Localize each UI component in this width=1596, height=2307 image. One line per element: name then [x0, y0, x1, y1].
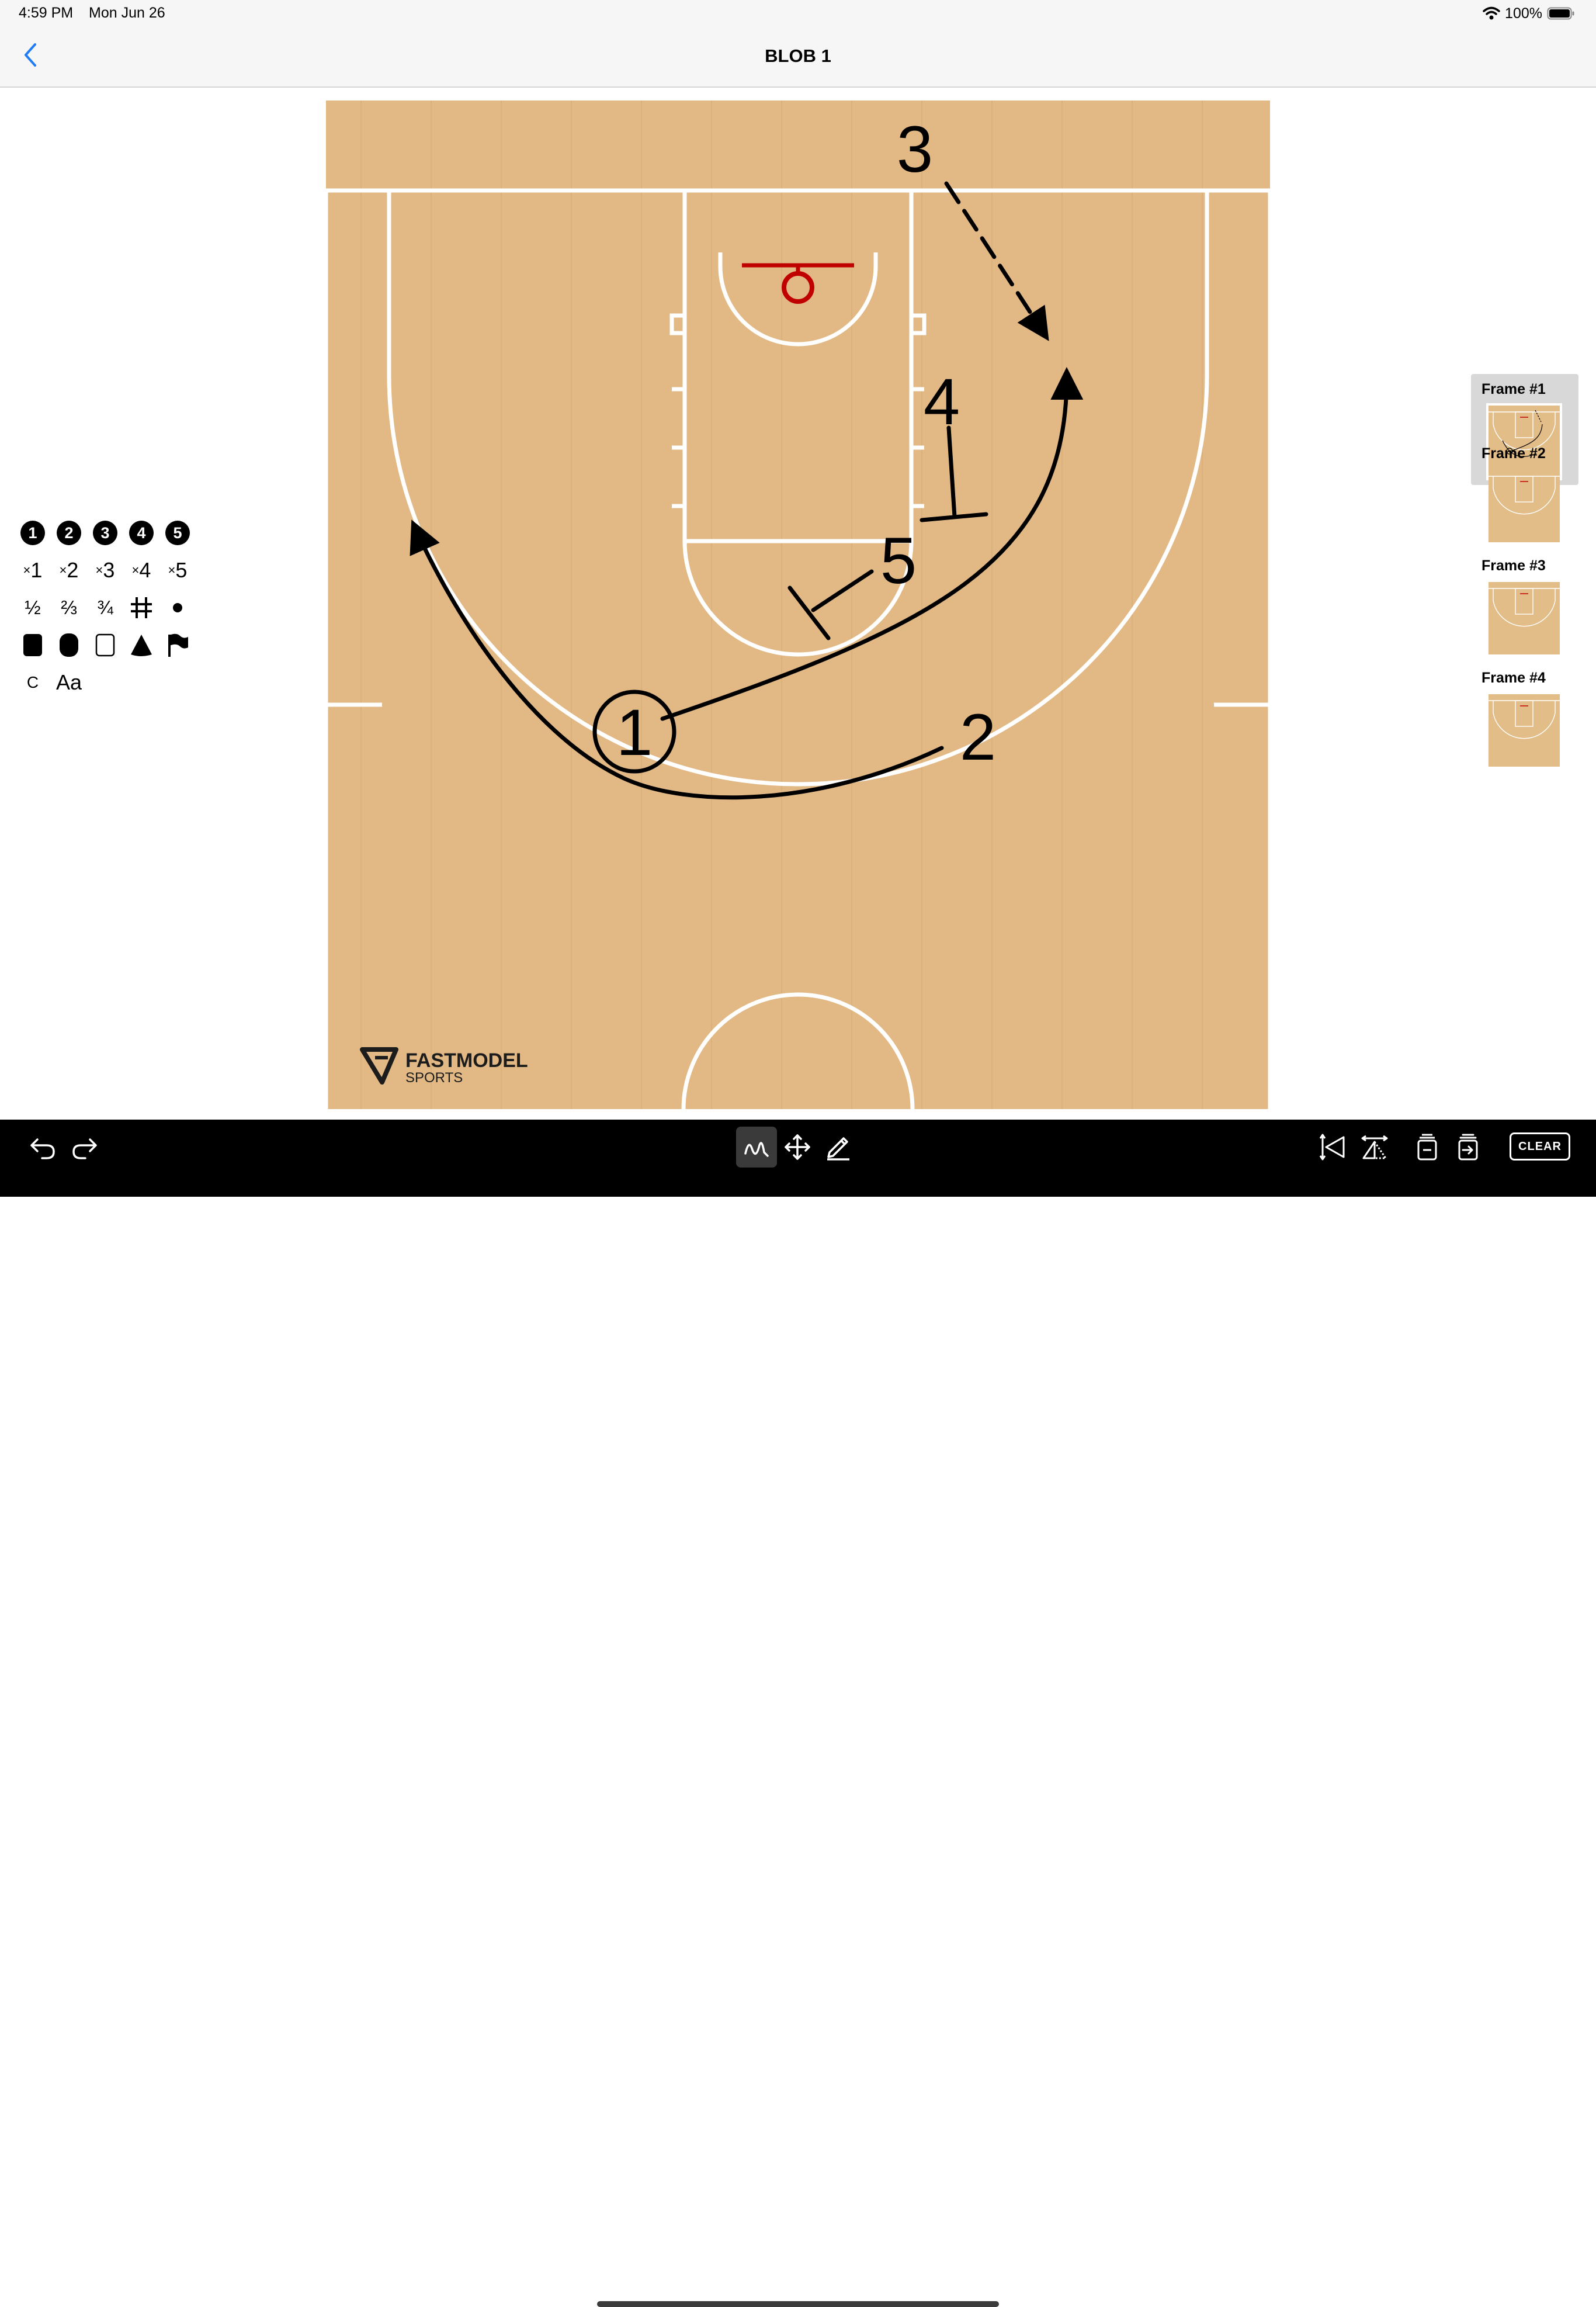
- logo-text-line1: FASTMODEL: [405, 1049, 528, 1072]
- square-outline-icon[interactable]: [89, 629, 122, 661]
- pencil-tool-button[interactable]: [818, 1127, 859, 1168]
- square-filled-icon[interactable]: [16, 629, 49, 661]
- palette-defense-1[interactable]: × 1: [16, 554, 49, 587]
- undo-icon: [30, 1138, 55, 1159]
- court-floor: [326, 101, 1270, 1109]
- move-icon: [785, 1134, 810, 1160]
- palette-defense-5[interactable]: × 5: [161, 554, 194, 587]
- flip-vertical-icon: [1319, 1134, 1345, 1161]
- ball-dot-icon[interactable]: [161, 591, 194, 624]
- player-3-label[interactable]: 3: [897, 113, 933, 186]
- frame-label: Frame #2: [1481, 445, 1546, 462]
- delete-frame-button[interactable]: [1407, 1127, 1448, 1168]
- logo-text-line2: SPORTS: [405, 1070, 463, 1086]
- court-canvas[interactable]: 1 2 3 4 5 FASTMODEL SPORTS: [326, 101, 1270, 1109]
- flip-horizontal-icon: [1361, 1135, 1388, 1159]
- draw-tool-button[interactable]: [736, 1127, 777, 1168]
- player-4-label[interactable]: 4: [924, 365, 960, 438]
- frame-label: Frame #4: [1481, 670, 1546, 686]
- frame-label: Frame #3: [1481, 557, 1546, 574]
- player-1-label[interactable]: 1: [616, 696, 653, 769]
- rounded-rect-icon[interactable]: [53, 629, 85, 661]
- cone-icon[interactable]: [125, 629, 158, 661]
- screen-icon[interactable]: [125, 591, 158, 624]
- palette-fraction-two-thirds[interactable]: ⅔: [53, 591, 85, 624]
- palette-fraction-three-quarters[interactable]: ¾: [89, 591, 122, 624]
- flag-icon[interactable]: [161, 629, 194, 661]
- flip-vertical-button[interactable]: [1312, 1127, 1353, 1168]
- pencil-icon: [827, 1137, 849, 1161]
- page-title: BLOB 1: [765, 46, 831, 66]
- player-2-label[interactable]: 2: [960, 701, 996, 774]
- status-right: 100%: [1483, 4, 1575, 23]
- frame-2[interactable]: Frame #2: [1471, 438, 1578, 549]
- move-tool-button[interactable]: [777, 1127, 818, 1168]
- redo-icon: [72, 1138, 97, 1159]
- palette-defense-3[interactable]: × 3: [89, 554, 122, 587]
- status-time: 4:59 PM: [19, 5, 74, 21]
- palette-defense-2[interactable]: × 2: [53, 554, 85, 587]
- palette-text-tool[interactable]: Aa: [53, 666, 85, 699]
- palette-fraction-half[interactable]: ½: [16, 591, 49, 624]
- battery-icon: [1547, 7, 1574, 20]
- frame-label: Frame #1: [1481, 381, 1546, 397]
- frame-thumbnail: [1489, 470, 1560, 542]
- frame-3[interactable]: Frame #3: [1471, 550, 1578, 661]
- home-indicator: [597, 2301, 999, 2307]
- player-5-label[interactable]: 5: [880, 524, 917, 597]
- frame-4[interactable]: Frame #4: [1471, 663, 1578, 774]
- battery-percent: 100%: [1505, 5, 1542, 22]
- delete-frame-icon: [1417, 1134, 1437, 1161]
- redo-button[interactable]: [64, 1127, 105, 1168]
- palette-offense-5[interactable]: 5: [161, 517, 194, 549]
- undo-button[interactable]: [22, 1127, 63, 1168]
- next-frame-button[interactable]: [1448, 1127, 1489, 1168]
- frame-thumbnail: [1489, 582, 1560, 654]
- clear-button[interactable]: CLEAR: [1510, 1132, 1570, 1161]
- palette-coach[interactable]: C: [16, 666, 49, 699]
- palette-offense-2[interactable]: 2: [53, 517, 85, 549]
- status-date: Mon Jun 26: [89, 5, 165, 21]
- bottom-toolbar: CLEAR: [0, 1120, 1596, 2307]
- palette-offense-3[interactable]: 3: [89, 517, 122, 549]
- frame-thumbnail: [1489, 694, 1560, 767]
- draw-icon: [744, 1142, 769, 1157]
- palette-offense-1[interactable]: 1: [16, 517, 49, 549]
- status-bar: 4:59 PM Mon Jun 26 100%: [0, 0, 1596, 27]
- palette-offense-4[interactable]: 4: [125, 517, 158, 549]
- palette-defense-4[interactable]: × 4: [125, 554, 158, 587]
- next-frame-icon: [1458, 1134, 1478, 1161]
- nav-bar: BLOB 1: [0, 27, 1596, 88]
- flip-horizontal-button[interactable]: [1354, 1127, 1395, 1168]
- wifi-icon: [1483, 6, 1500, 20]
